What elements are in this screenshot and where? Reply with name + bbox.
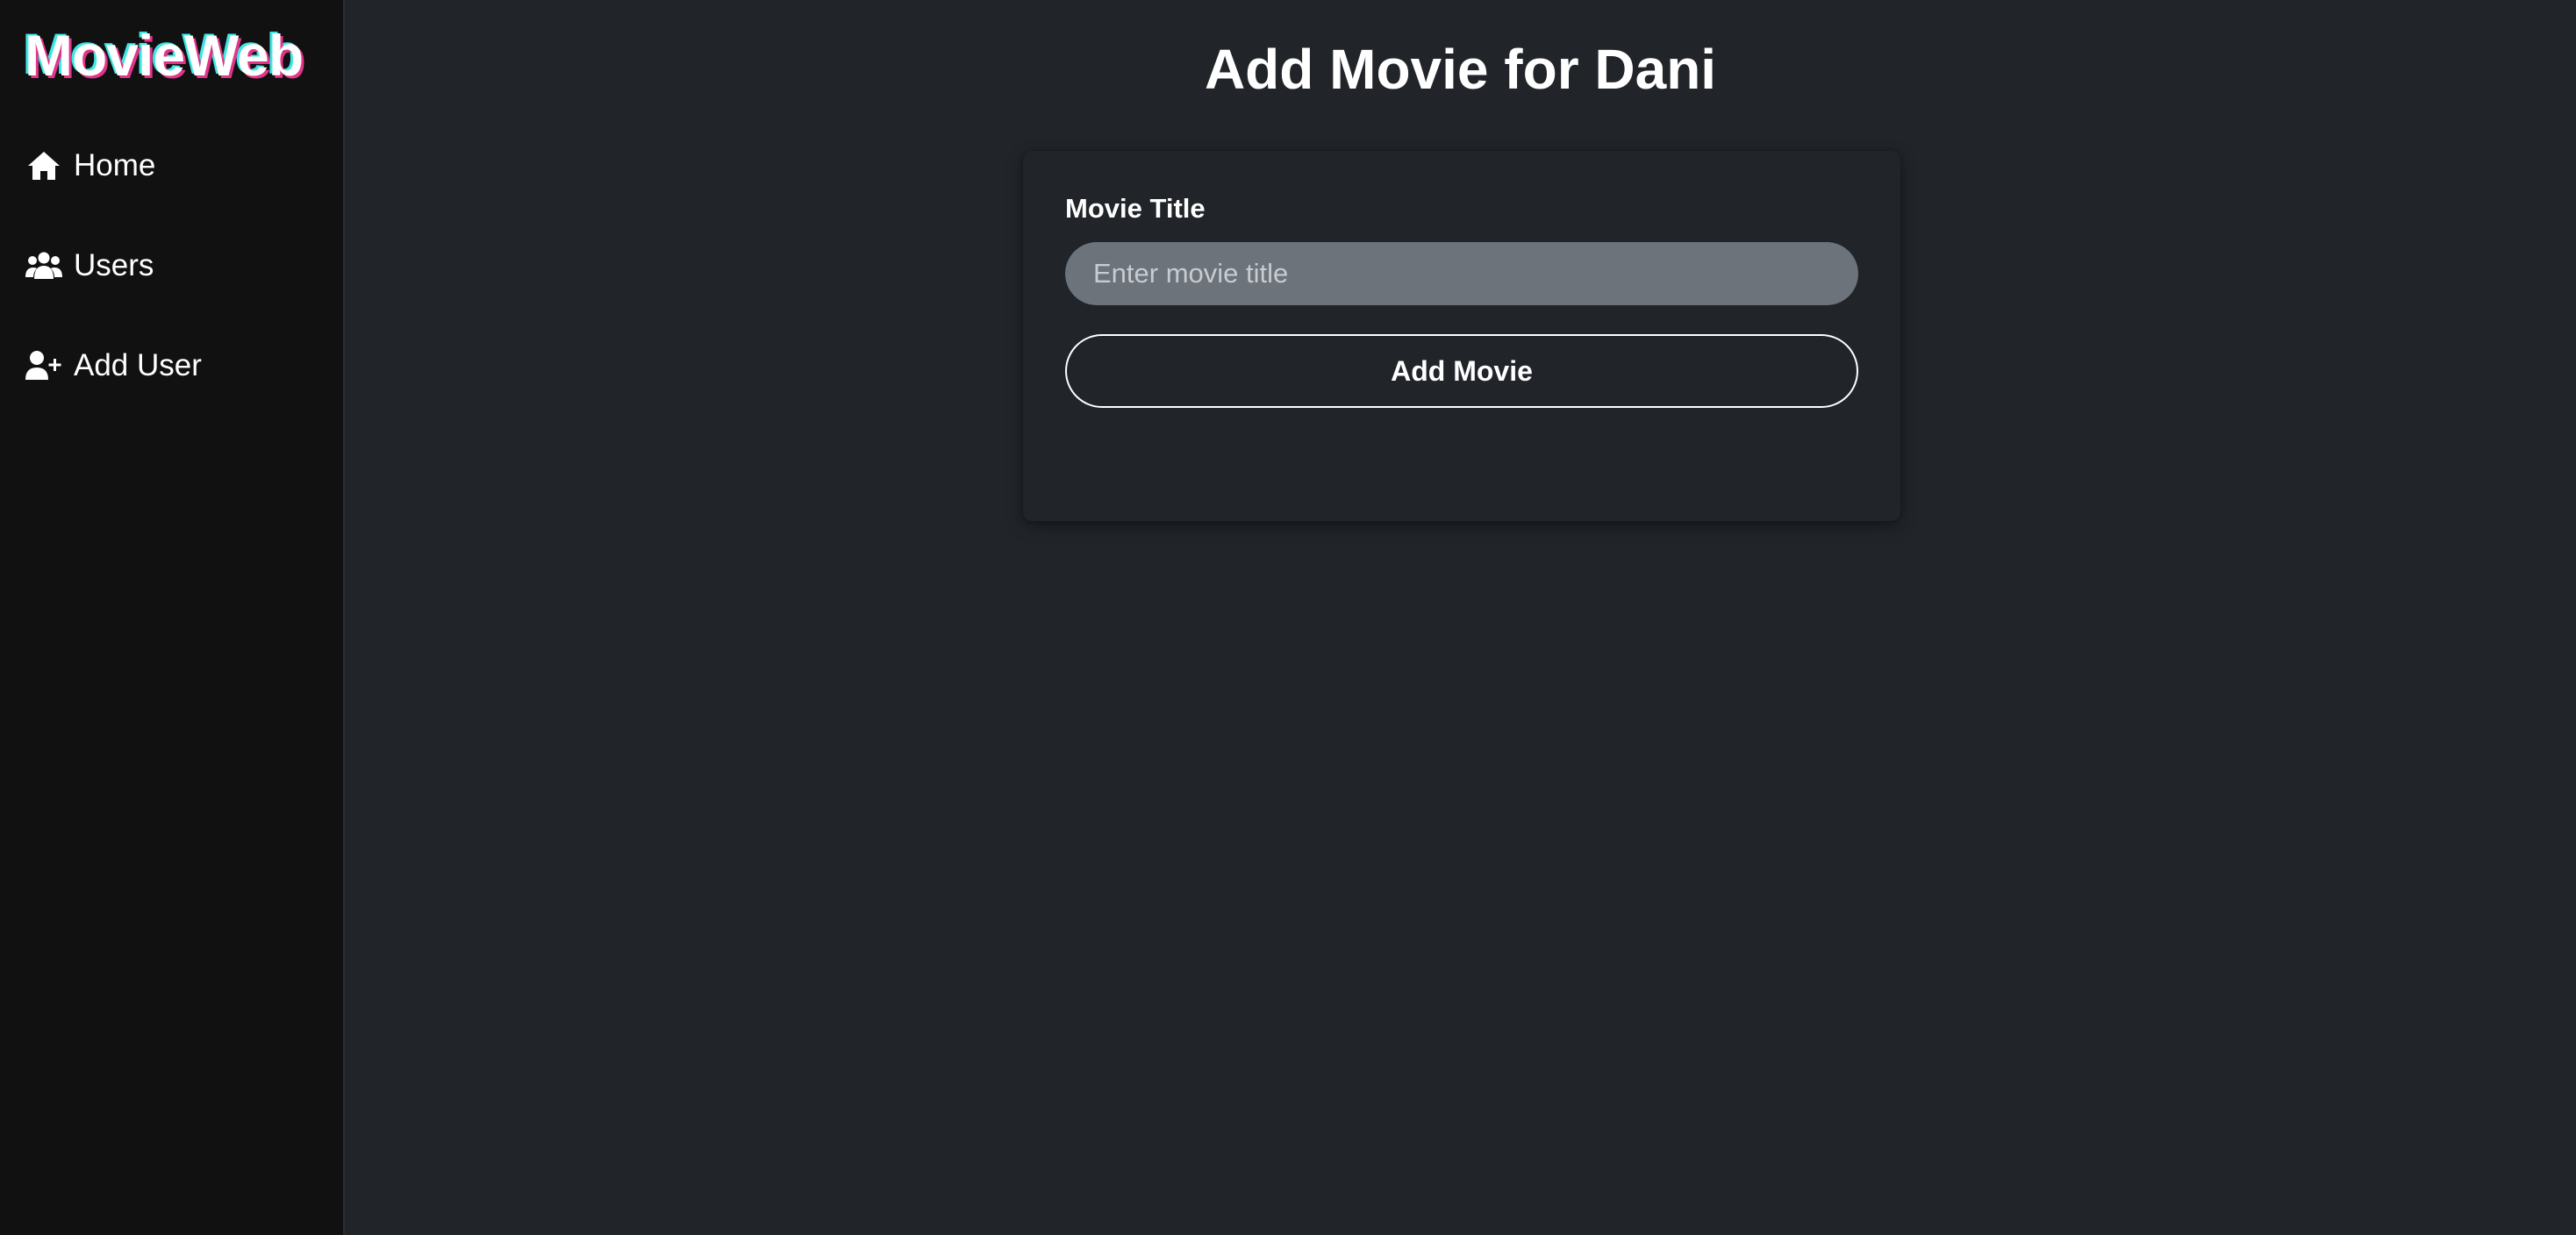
sidebar-item-home[interactable]: Home [0, 116, 343, 216]
sidebar-item-label: Users [74, 248, 154, 282]
add-movie-button[interactable]: Add Movie [1065, 334, 1858, 408]
sidebar-item-label: Home [74, 148, 156, 182]
sidebar-item-label: Add User [74, 348, 202, 382]
brand-logo[interactable]: MovieWeb [25, 26, 343, 84]
sidebar-item-add-user[interactable]: Add User [0, 316, 343, 416]
users-icon [25, 246, 63, 285]
sidebar-item-users[interactable]: Users [0, 216, 343, 316]
home-icon [25, 146, 63, 185]
movie-title-input[interactable] [1065, 242, 1858, 305]
sidebar: MovieWeb Home Users Add User [0, 0, 345, 1235]
user-plus-icon [25, 346, 63, 385]
app-shell: MovieWeb Home Users Add User Add Movie f… [0, 0, 2576, 1235]
page-title: Add Movie for Dani [1204, 38, 1717, 101]
movie-title-label: Movie Title [1065, 193, 1206, 224]
sidebar-nav: Home Users Add User [0, 116, 343, 416]
add-movie-form: Movie Title Add Movie [1023, 151, 1900, 521]
main-content: Add Movie for Dani Movie Title Add Movie [345, 0, 2576, 1235]
